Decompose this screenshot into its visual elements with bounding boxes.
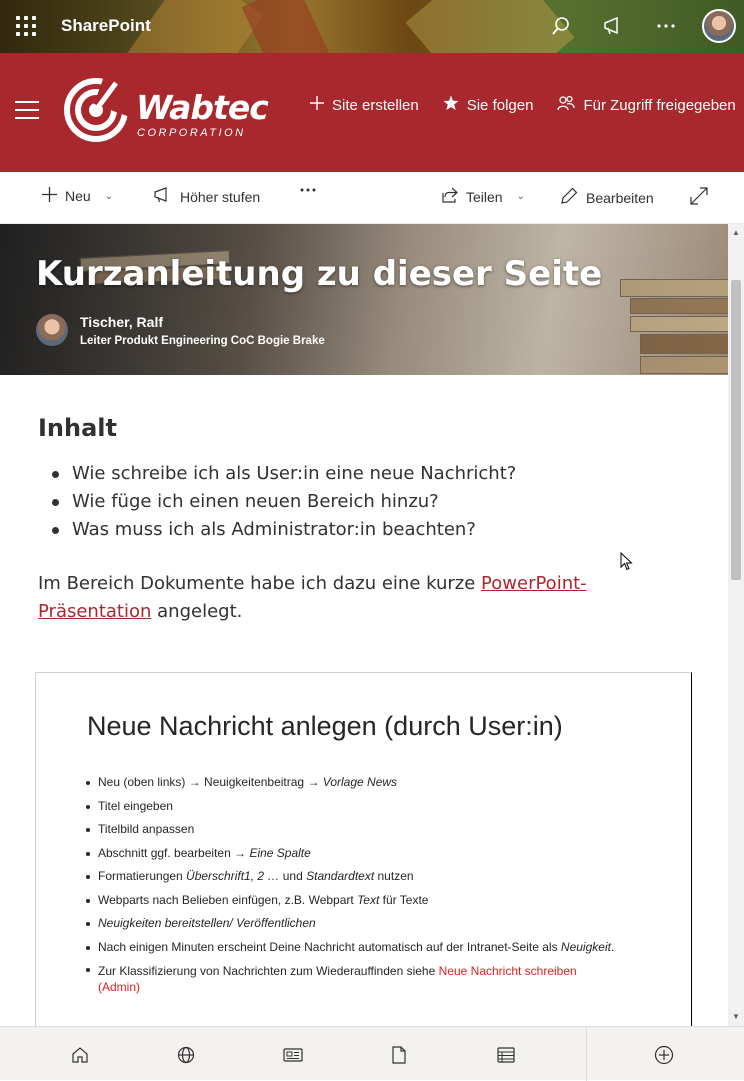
more-commands-icon[interactable] [299, 187, 317, 193]
expand-icon[interactable] [690, 187, 708, 205]
slide-bullet: Abschnitt ggf. bearbeiten → Eine Spalte [86, 842, 614, 866]
table-of-contents: Wie schreibe ich als User:in eine neue N… [38, 460, 698, 544]
slide-bullets: Neu (oben links) → Neuigkeitenbeitrag → … [86, 771, 614, 995]
slide-bullet: Zur Klassifizierung von Nachrichten zum … [86, 959, 606, 995]
scroll-up-arrow-icon[interactable]: ▲ [732, 228, 740, 237]
title-banner: Kurzanleitung zu dieser Seite Tischer, R… [0, 224, 728, 375]
list-icon[interactable] [496, 1045, 516, 1065]
scroll-down-arrow-icon[interactable]: ▼ [732, 1012, 740, 1021]
shared-access-button[interactable]: Für Zugriff freigegeben [557, 95, 736, 115]
promote-button[interactable]: Höher stufen [153, 187, 260, 206]
slide-bullet: Webparts nach Belieben einfügen, z.B. We… [86, 889, 614, 913]
edit-label: Bearbeiten [586, 189, 654, 206]
slide-bullet: Neu (oben links) → Neuigkeitenbeitrag → … [86, 771, 614, 795]
vertical-scrollbar[interactable]: ▲ ▼ [728, 224, 744, 1026]
share-icon [442, 187, 458, 206]
plus-icon [42, 187, 57, 205]
follow-label: Sie folgen [466, 96, 534, 114]
chevron-down-icon: ⌄ [516, 191, 525, 202]
home-icon[interactable] [70, 1045, 90, 1065]
toc-item: Was muss ich als Administrator:in beacht… [52, 516, 698, 544]
hamburger-menu-icon[interactable] [15, 101, 39, 119]
shared-access-label: Für Zugriff freigegeben [583, 96, 736, 114]
megaphone-icon[interactable] [599, 12, 627, 40]
chevron-down-icon: ⌄ [104, 190, 114, 202]
create-site-label: Site erstellen [332, 96, 419, 114]
create-site-button[interactable]: Site erstellen [310, 95, 419, 115]
page-canvas: Kurzanleitung zu dieser Seite Tischer, R… [0, 224, 744, 1026]
globe-icon[interactable] [176, 1045, 196, 1065]
para-text-before: Im Bereich Dokumente habe ich dazu eine … [38, 573, 482, 594]
search-icon[interactable] [547, 12, 575, 40]
page-title: Kurzanleitung zu dieser Seite [36, 254, 603, 294]
pencil-icon [560, 187, 578, 208]
news-icon[interactable] [283, 1045, 303, 1065]
slide-bullet: Nach einigen Minuten erscheint Deine Nac… [86, 936, 614, 960]
site-header: Wabtec CORPORATION Site erstellen Sie fo… [0, 53, 744, 172]
user-avatar[interactable] [702, 9, 736, 43]
document-icon[interactable] [389, 1045, 409, 1065]
bottom-app-bar [0, 1026, 744, 1081]
add-circle-icon[interactable] [654, 1045, 674, 1065]
logo-word: Wabtec [136, 88, 269, 127]
people-icon [557, 95, 576, 115]
slide-bullet: Neuigkeiten bereitstellen/ Veröffentlich… [86, 912, 614, 936]
slide-preview[interactable]: Neue Nachricht anlegen (durch User:in) N… [35, 672, 692, 1026]
logo-subtitle: CORPORATION [137, 127, 246, 139]
slide-bullet: Titel eingeben [86, 795, 614, 819]
author-avatar[interactable] [36, 314, 68, 346]
star-filled-icon [443, 95, 459, 115]
command-bar: Neu ⌄ Höher stufen Teilen ⌄ Bearbeiten [0, 172, 744, 224]
suite-bar: SharePoint [0, 0, 744, 53]
slide-bullet: Titelbild anpassen [86, 818, 614, 842]
mouse-cursor-icon [620, 552, 633, 571]
slide-title: Neue Nachricht anlegen (durch User:in) [87, 711, 563, 741]
edit-button[interactable]: Bearbeiten [560, 187, 654, 208]
promote-label: Höher stufen [180, 188, 261, 205]
share-button[interactable]: Teilen ⌄ [442, 187, 525, 206]
slide-bullet: Formatierungen Überschrift1, 2 … und Sta… [86, 865, 614, 889]
toc-item: Wie schreibe ich als User:in eine neue N… [52, 460, 698, 488]
wabtec-logo[interactable]: Wabtec CORPORATION [64, 75, 269, 145]
content-heading: Inhalt [38, 414, 117, 442]
more-icon[interactable] [652, 12, 680, 40]
share-label: Teilen [466, 188, 503, 205]
plus-icon [310, 96, 324, 114]
toc-item: Wie füge ich einen neuen Bereich hinzu? [52, 488, 698, 516]
app-name[interactable]: SharePoint [61, 16, 151, 36]
para-text-after: angelegt. [151, 601, 243, 622]
author-name[interactable]: Tischer, Ralf [80, 314, 163, 330]
text-webpart: Inhalt Wie schreibe ich als User:in eine… [38, 414, 698, 626]
author-job-title: Leiter Produkt Engineering CoC Bogie Bra… [80, 335, 325, 347]
app-launcher-icon[interactable] [16, 16, 36, 36]
megaphone-icon [153, 187, 172, 206]
scrollbar-thumb[interactable] [731, 280, 741, 580]
intro-paragraph: Im Bereich Dokumente habe ich dazu eine … [38, 570, 698, 626]
new-label: Neu [65, 188, 91, 204]
follow-button[interactable]: Sie folgen [443, 95, 534, 115]
new-button[interactable]: Neu ⌄ [42, 187, 113, 205]
